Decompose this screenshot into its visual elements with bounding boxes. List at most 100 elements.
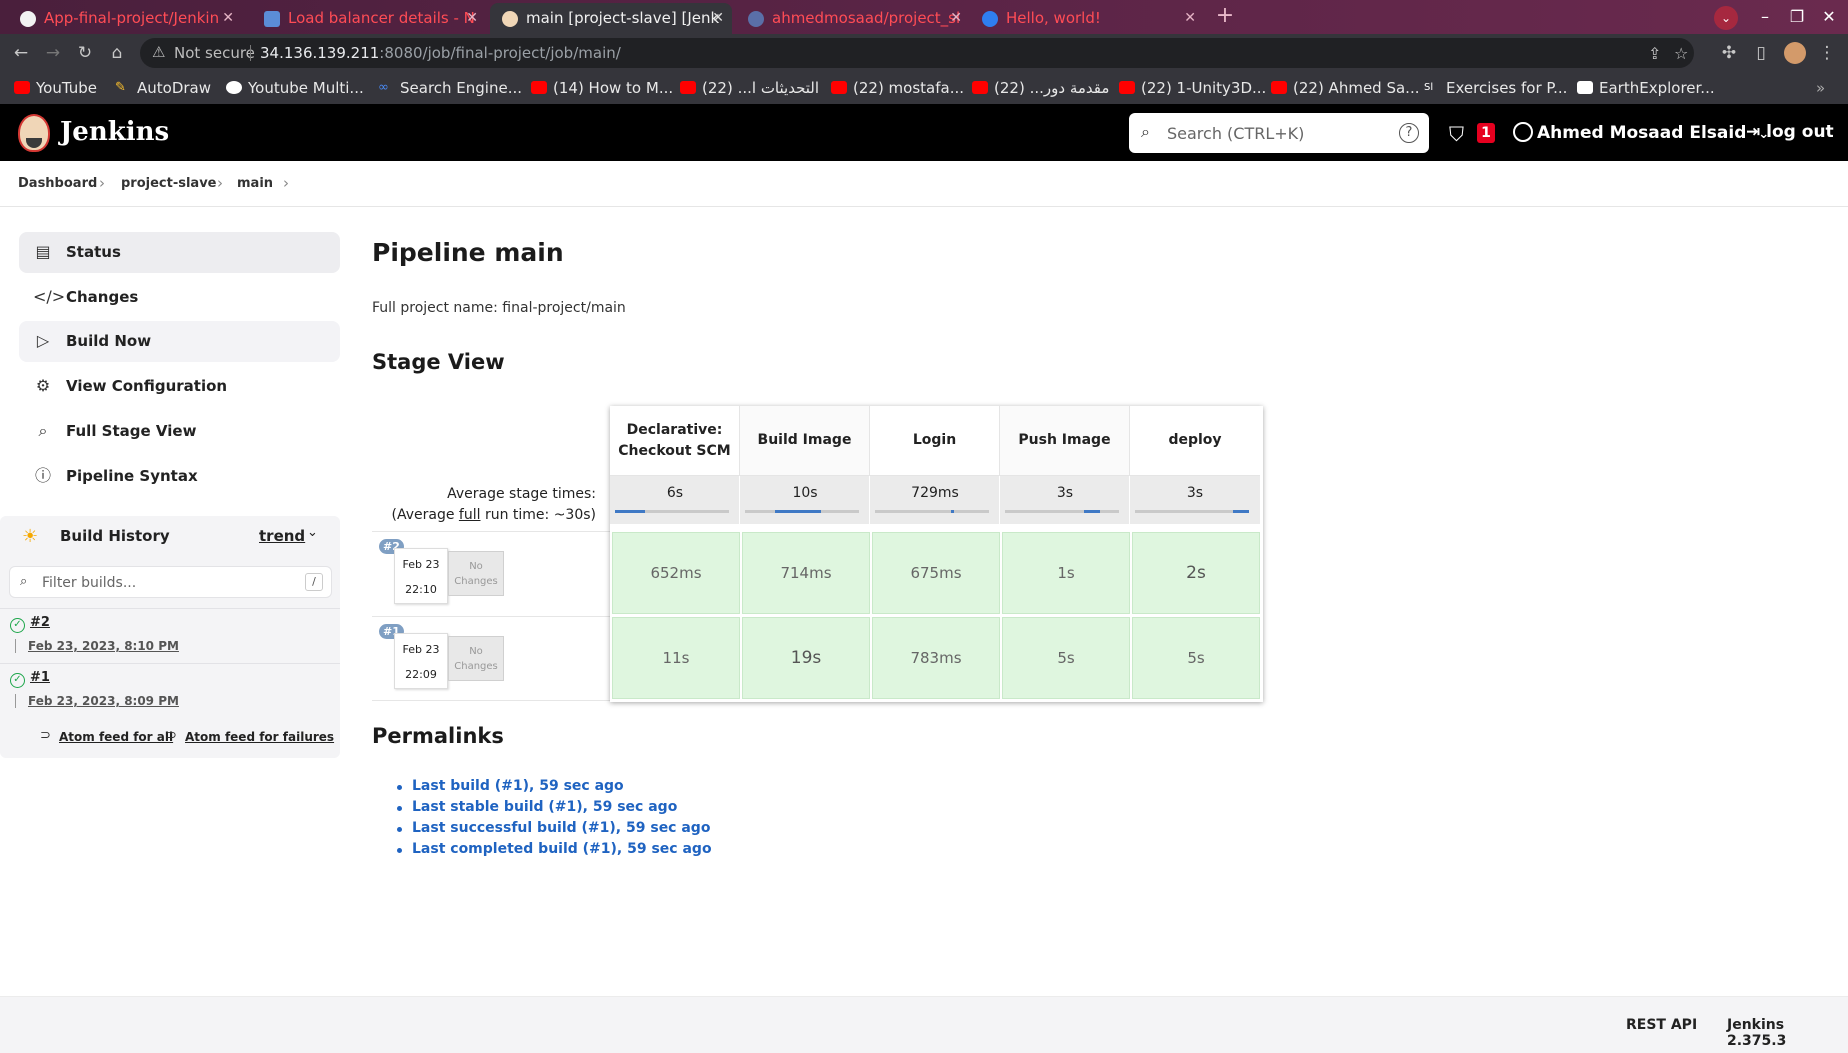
build-number-link[interactable]: #2 [30, 615, 50, 630]
close-icon[interactable]: ✕ [222, 3, 234, 34]
sidebar-item-full-stage-view[interactable]: ⌕ Full Stage View [19, 411, 340, 452]
extensions-icon[interactable]: ✣ [1718, 42, 1740, 64]
stage-cell[interactable]: 652ms [612, 532, 740, 614]
jenkins-logo[interactable] [18, 114, 50, 152]
divider [15, 639, 16, 653]
bookmark-autodraw[interactable]: ✎ AutoDraw [115, 78, 211, 98]
more-bookmarks-icon[interactable]: » [1816, 78, 1825, 98]
permalinks-list: Last build (#1), 59 sec ago Last stable … [392, 778, 712, 862]
bookmark-youtube-video[interactable]: مقدمة دور... (22) [972, 78, 1109, 98]
gear-icon: ⚙ [35, 376, 51, 395]
breadcrumb-main[interactable]: main [237, 176, 273, 191]
bookmark-youtube-video[interactable]: (22) mostafa... [831, 78, 964, 98]
close-window-icon[interactable]: ✕ [1812, 0, 1846, 34]
stage-cell[interactable]: 2s [1132, 532, 1260, 614]
stage-cell[interactable]: 5s [1002, 617, 1130, 699]
help-icon[interactable]: ? [1399, 123, 1419, 143]
stage-cell[interactable]: 1s [1002, 532, 1130, 614]
back-icon[interactable]: ← [10, 42, 32, 64]
permalink-last-completed-build[interactable]: Last completed build (#1), 59 sec ago [392, 841, 712, 862]
brand-title[interactable]: Jenkins [60, 117, 169, 147]
shield-icon[interactable]: ⛉ [1449, 122, 1464, 146]
filter-builds-input[interactable] [42, 572, 292, 594]
search-input[interactable] [1167, 121, 1387, 145]
close-icon[interactable]: ✕ [712, 3, 724, 34]
menu-icon[interactable]: ⋮ [1816, 42, 1838, 64]
browser-tab[interactable]: Hello, world! ✕ [970, 3, 1204, 34]
bookmark-search-engine[interactable]: ∞ Search Engine... [378, 78, 522, 98]
breadcrumb-project-slave[interactable]: project-slave [121, 176, 217, 191]
build-history-row[interactable]: ✓ #1 Feb 23, 2023, 8:09 PM [0, 663, 340, 717]
success-icon: ✓ [10, 618, 25, 633]
bookmark-label: Exercises for P... [1446, 79, 1568, 97]
trend-link[interactable]: trend [259, 527, 305, 545]
security-badge[interactable]: 1 [1477, 123, 1495, 143]
build-number-link[interactable]: #1 [30, 670, 50, 685]
security-label[interactable]: Not secure [174, 44, 255, 62]
chevron-right-icon[interactable]: › [283, 174, 289, 192]
permalink-last-successful-build[interactable]: Last successful build (#1), 59 sec ago [392, 820, 712, 841]
browser-tab[interactable]: Load balancer details - N ✕ [252, 3, 486, 34]
docker-icon [748, 11, 764, 27]
stage-cell[interactable]: 783ms [872, 617, 1000, 699]
share-icon[interactable]: ⇪ [1648, 44, 1661, 63]
permalink-last-stable-build[interactable]: Last stable build (#1), 59 sec ago [392, 799, 712, 820]
no-changes-box[interactable]: No Changes [448, 551, 504, 596]
stage-cell[interactable]: 11s [612, 617, 740, 699]
sidebar-item-changes[interactable]: </> Changes [19, 277, 340, 318]
browser-tab[interactable]: ahmedmosaad/project_sl ✕ [736, 3, 970, 34]
atom-feed-all-link[interactable]: Atom feed for all [59, 730, 173, 744]
no-changes-box[interactable]: No Changes [448, 636, 504, 681]
build-date-link[interactable]: Feb 23, 2023, 8:10 PM [28, 639, 179, 653]
bookmark-youtube-multi[interactable]: Youtube Multi... [226, 78, 364, 98]
browser-tab[interactable]: App-final-project/Jenkin ✕ [8, 3, 242, 34]
url-field[interactable]: ⚠ Not secure 34.136.139.211:8080/job/fin… [140, 38, 1694, 68]
full-run-link[interactable]: full [459, 507, 481, 523]
stage-cell[interactable]: 675ms [872, 532, 1000, 614]
stage-time-bar-fill [775, 510, 821, 513]
close-icon[interactable]: ✕ [1184, 3, 1196, 34]
bookmark-youtube[interactable]: YouTube [14, 78, 97, 98]
atom-feed-failures-link[interactable]: Atom feed for failures [185, 730, 334, 744]
sidepanel-icon[interactable]: ▯ [1750, 42, 1772, 64]
stage-cell[interactable]: 5s [1132, 617, 1260, 699]
close-icon[interactable]: ✕ [466, 3, 478, 34]
stage-cell[interactable]: 714ms [742, 532, 870, 614]
bookmark-exercises[interactable]: Sl Exercises for P... [1424, 78, 1567, 98]
bookmark-youtube-video[interactable]: (22) Ahmed Sa... [1271, 78, 1419, 98]
build-date-link[interactable]: Feb 23, 2023, 8:09 PM [28, 694, 179, 708]
bookmark-youtube-video[interactable]: التحديثات ا... (22) [680, 78, 819, 98]
avatar[interactable] [1784, 42, 1806, 64]
chevron-down-icon[interactable]: ⌄ [1714, 6, 1738, 30]
build-history-row[interactable]: ✓ #2 Feb 23, 2023, 8:10 PM [0, 608, 340, 662]
bookmark-earthexplorer[interactable]: EarthExplorer... [1577, 78, 1715, 98]
breadcrumb-dashboard[interactable]: Dashboard [18, 176, 97, 191]
new-tab-icon[interactable]: + [1212, 5, 1238, 28]
chevron-down-icon[interactable]: ⌄ [307, 525, 318, 540]
minimize-icon[interactable]: – [1748, 0, 1782, 34]
sidebar-item-label: Build Now [66, 332, 152, 350]
browser-tab-active[interactable]: main [project-slave] [Jenk ✕ [490, 3, 732, 34]
sidebar-item-build-now[interactable]: ▷ Build Now [19, 321, 340, 362]
sidebar-item-view-configuration[interactable]: ⚙ View Configuration [19, 366, 340, 407]
logout-button[interactable]: ⇥ log out [1746, 122, 1834, 142]
bookmark-youtube-video[interactable]: (22) 1-Unity3D... [1119, 78, 1266, 98]
forward-icon[interactable]: → [42, 42, 64, 64]
maximize-icon[interactable]: ❐ [1780, 0, 1814, 34]
home-icon[interactable]: ⌂ [106, 42, 128, 64]
star-icon[interactable]: ☆ [1674, 44, 1688, 63]
sidebar-item-status[interactable]: ▤ Status [19, 232, 340, 273]
rest-api-link[interactable]: REST API [1626, 1017, 1697, 1033]
close-icon[interactable]: ✕ [950, 3, 962, 34]
jenkins-version-link[interactable]: Jenkins 2.375.3 [1727, 1017, 1848, 1049]
stage-view-title: Stage View [372, 350, 505, 374]
sidebar-item-pipeline-syntax[interactable]: ⓘ Pipeline Syntax [19, 456, 340, 497]
stage-cell[interactable]: 19s [742, 617, 870, 699]
bookmark-youtube-video[interactable]: (14) How to M... [531, 78, 673, 98]
sidebar-item-label: Changes [66, 288, 139, 306]
url-text[interactable]: 34.136.139.211:8080/job/final-project/jo… [260, 44, 621, 62]
reload-icon[interactable]: ↻ [74, 42, 96, 64]
avg-stage-times-text: Average stage times: [447, 486, 596, 502]
user-menu[interactable]: Ahmed Mosaad Elsaid ⌄ [1513, 122, 1769, 143]
permalink-last-build[interactable]: Last build (#1), 59 sec ago [392, 778, 712, 799]
